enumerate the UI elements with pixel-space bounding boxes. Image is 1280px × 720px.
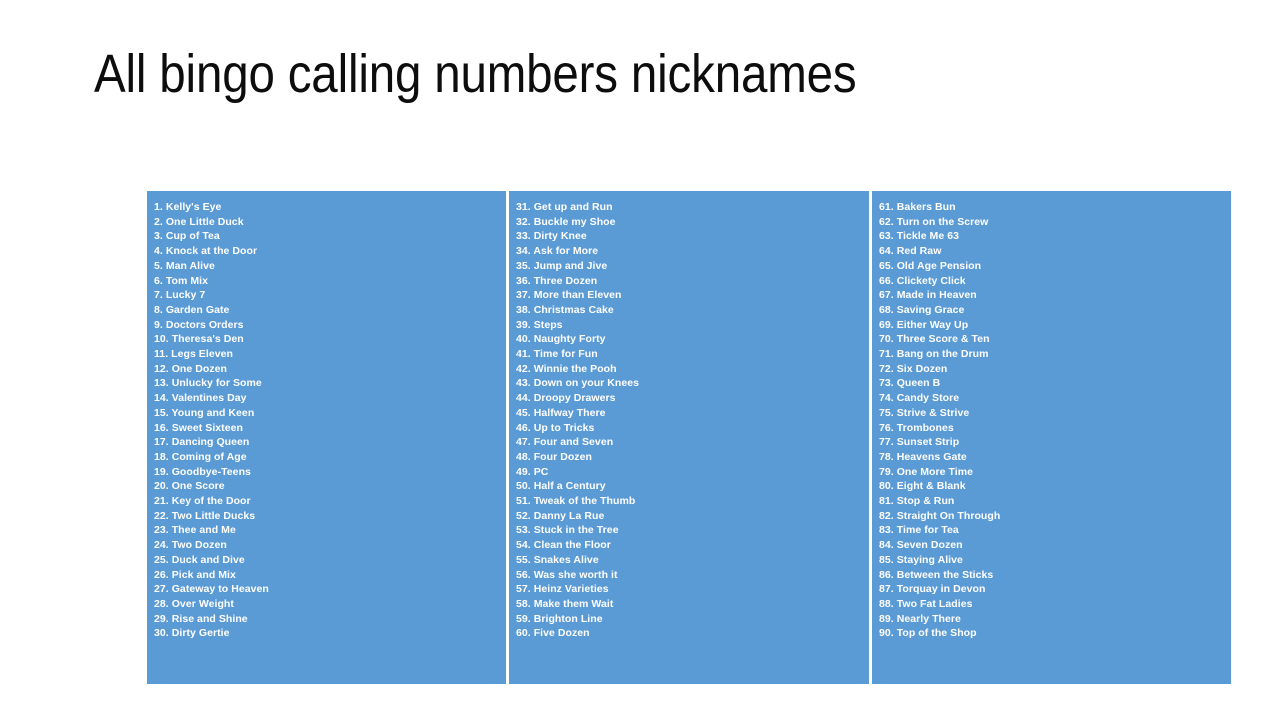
list-item: 39. Steps [516, 318, 563, 331]
list-item: 46. Up to Tricks [516, 421, 595, 434]
list-item: 27. Gateway to Heaven [154, 583, 269, 596]
list-item: 86. Between the Sticks [879, 568, 994, 581]
list-item: 58. Make them Wait [516, 597, 614, 610]
list-item: 52. Danny La Rue [516, 509, 605, 522]
list-item: 26. Pick and Mix [154, 568, 236, 581]
list-item: 16. Sweet Sixteen [154, 421, 243, 434]
list-item: 11. Legs Eleven [154, 348, 233, 361]
list-item: 64. Red Raw [879, 245, 942, 258]
list-item: 65. Old Age Pension [879, 259, 982, 272]
list-item: 83. Time for Tea [879, 524, 959, 537]
list-item: 80. Eight & Blank [879, 480, 966, 493]
list-item: 37. More than Eleven [516, 289, 622, 302]
list-item: 10. Theresa's Den [154, 333, 244, 346]
list-item: 3. Cup of Tea [154, 230, 220, 243]
page-title: All bingo calling numbers nicknames [94, 44, 857, 104]
slide: All bingo calling numbers nicknames 1. K… [0, 0, 1280, 720]
list-item: 35. Jump and Jive [516, 259, 608, 272]
list-item: 25. Duck and Dive [154, 553, 245, 566]
list-item: 69. Either Way Up [879, 318, 969, 331]
list-item: 17. Dancing Queen [154, 436, 250, 449]
list-item: 29. Rise and Shine [154, 612, 248, 625]
list-item: 15. Young and Keen [154, 406, 255, 419]
list-item: 74. Candy Store [879, 392, 960, 405]
list-item: 55. Snakes Alive [516, 553, 599, 566]
list-item: 71. Bang on the Drum [879, 348, 989, 361]
list-item: 21. Key of the Door [154, 495, 251, 508]
list-item: 56. Was she worth it [516, 568, 618, 581]
list-item: 6. Tom Mix [154, 274, 208, 287]
list-item: 14. Valentines Day [154, 392, 247, 405]
list-item: 4. Knock at the Door [154, 245, 258, 258]
list-item: 9. Doctors Orders [154, 318, 244, 331]
list-item: 19. Goodbye-Teens [154, 465, 251, 478]
list-item: 73. Queen B [879, 377, 941, 390]
list-item: 79. One More Time [879, 465, 974, 478]
list-item: 1. Kelly's Eye [154, 201, 222, 213]
bingo-column-3: 61. Bakers Bun 62. Turn on the Screw 63. T… [872, 191, 1231, 684]
list-item: 31. Get up and Run [516, 201, 613, 213]
list-item: 7. Lucky 7 [154, 289, 206, 302]
list-item: 66. Clickety Click [879, 274, 966, 287]
list-item: 67. Made in Heaven [879, 289, 977, 302]
list-item: 89. Nearly There [879, 612, 961, 625]
list-item: 68. Saving Grace [879, 303, 965, 316]
list-item: 30. Dirty Gertie [154, 627, 230, 640]
list-item: 90. Top of the Shop [879, 627, 977, 640]
list-item: 34. Ask for More [516, 245, 599, 258]
list-item: 85. Staying Alive [879, 553, 963, 566]
list-item: 5. Man Alive [154, 259, 215, 272]
list-item: 50. Half a Century [516, 480, 606, 493]
list-item: 60. Five Dozen [516, 627, 590, 640]
list-item: 44. Droopy Drawers [516, 392, 616, 405]
list-item: 32. Buckle my Shoe [516, 215, 616, 228]
list-item: 75. Strive & Strive [879, 406, 970, 419]
list-item: 24. Two Dozen [154, 539, 227, 552]
list-item: 12. One Dozen [154, 362, 228, 375]
list-item: 53. Stuck in the Tree [516, 524, 619, 537]
list-item: 77. Sunset Strip [879, 436, 960, 449]
list-item: 54. Clean the Floor [516, 539, 611, 552]
list-item: 59. Brighton Line [516, 612, 603, 625]
list-item: 43. Down on your Knees [516, 377, 640, 390]
list-item: 42. Winnie the Pooh [516, 362, 617, 375]
bingo-column-1: 1. Kelly's Eye 2. One Little Duck 3. Cup o… [147, 191, 506, 684]
list-item: 45. Halfway There [516, 406, 606, 419]
list-item: 51. Tweak of the Thumb [516, 495, 636, 508]
list-item: 36. Three Dozen [516, 274, 598, 287]
list-item: 23. Thee and Me [154, 524, 236, 537]
list-item: 40. Naughty Forty [516, 333, 606, 346]
list-item: 63. Tickle Me 63 [879, 230, 959, 243]
list-item: 84. Seven Dozen [879, 539, 963, 552]
list-item: 87. Torquay in Devon [879, 583, 986, 596]
list-item: 41. Time for Fun [516, 348, 598, 361]
list-item: 82. Straight On Through [879, 509, 1001, 522]
list-item: 72. Six Dozen [879, 362, 948, 375]
list-item: 88. Two Fat Ladies [879, 597, 973, 610]
list-item: 13. Unlucky for Some [154, 377, 262, 390]
list-item: 49. PC [516, 465, 549, 478]
bingo-column-2: 31. Get up and Run 32. Buckle my Shoe 33. … [509, 191, 869, 684]
list-item: 70. Three Score & Ten [879, 333, 990, 346]
list-item: 33. Dirty Knee [516, 230, 587, 243]
list-item: 62. Turn on the Screw [879, 215, 989, 228]
list-item: 18. Coming of Age [154, 450, 247, 463]
list-item: 2. One Little Duck [154, 215, 244, 228]
bingo-nicknames-table: 1. Kelly's Eye 2. One Little Duck 3. Cup o… [147, 191, 1231, 684]
list-item: 28. Over Weight [154, 597, 234, 610]
list-item: 76. Trombones [879, 421, 954, 434]
list-item: 22. Two Little Ducks [154, 509, 256, 522]
list-item: 81. Stop & Run [879, 495, 955, 508]
list-item: 57. Heinz Varieties [516, 583, 609, 596]
list-item: 78. Heavens Gate [879, 450, 967, 463]
list-item: 61. Bakers Bun [879, 201, 956, 213]
list-item: 47. Four and Seven [516, 436, 614, 449]
list-item: 48. Four Dozen [516, 450, 592, 463]
list-item: 8. Garden Gate [154, 303, 230, 316]
list-item: 38. Christmas Cake [516, 303, 614, 316]
list-item: 20. One Score [154, 480, 225, 493]
